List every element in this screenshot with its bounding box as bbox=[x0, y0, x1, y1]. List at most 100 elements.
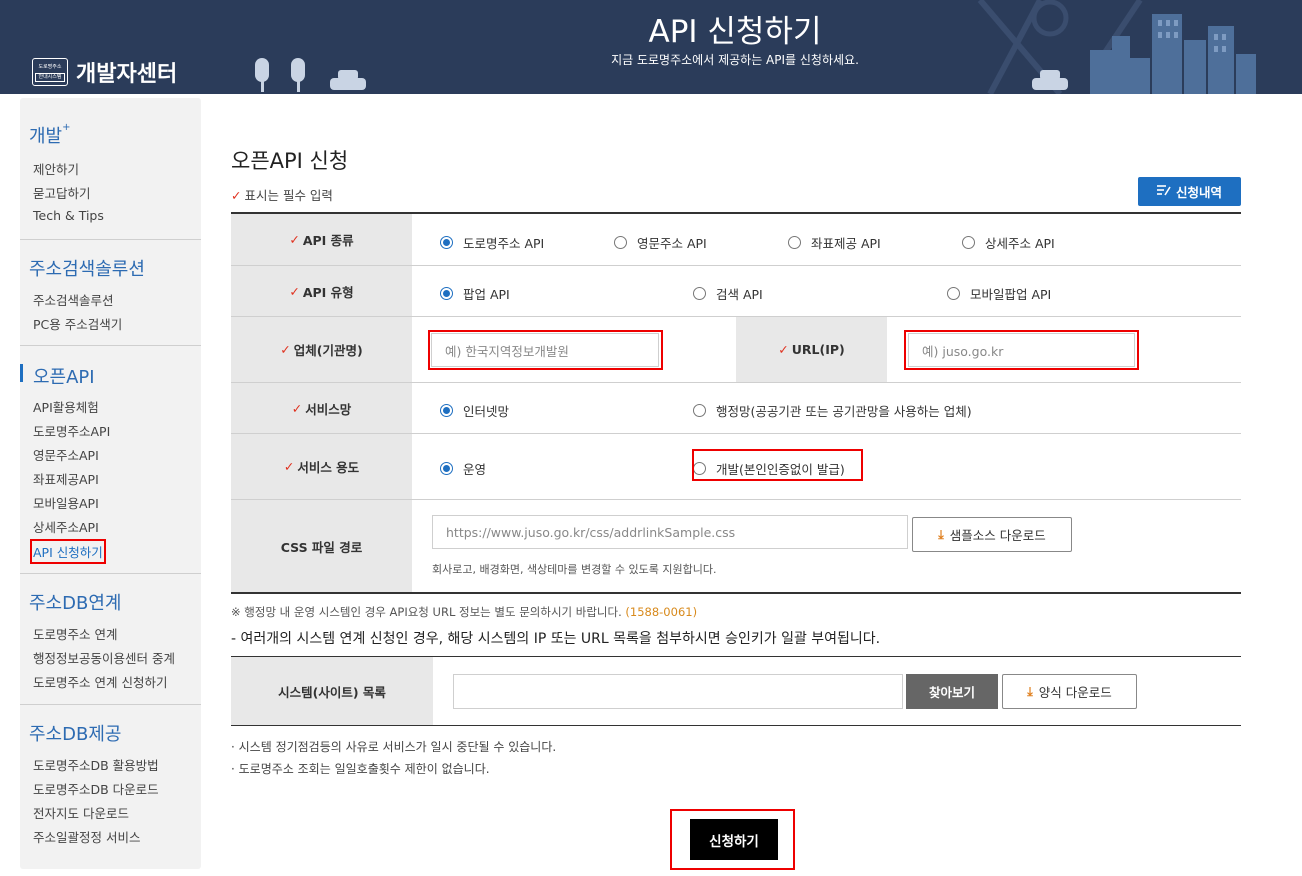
notice-text: ※ 행정망 내 운영 시스템인 경우 API요청 URL 정보는 별도 문의하시… bbox=[231, 605, 622, 619]
required-note: ✓ 표시는 필수 입력 bbox=[231, 185, 333, 204]
sidebar-title-db-provide[interactable]: 주소DB제공 bbox=[29, 720, 121, 746]
radio-popup-api[interactable]: 팝업 API bbox=[440, 284, 510, 303]
row-label: ✓ API 유형 bbox=[231, 266, 412, 316]
notice-bullet: · 시스템 정기점검등의 사유로 서비스가 일시 중단될 수 있습니다. bbox=[231, 740, 557, 754]
row-label: ✓ 서비스망 bbox=[231, 383, 412, 433]
logo-badge-line2: 안내시스템 bbox=[35, 72, 65, 82]
radio-mobile-popup-api[interactable]: 모바일팝업 API bbox=[947, 284, 1051, 303]
sidebar-item-english-api[interactable]: 영문주소API bbox=[33, 445, 99, 464]
radio-unchecked-icon bbox=[962, 236, 975, 249]
radio-unchecked-icon bbox=[947, 287, 960, 300]
row-system-list: 시스템(사이트) 목록 찾아보기 ⤓ 양식 다운로드 bbox=[231, 657, 1241, 726]
sidebar-item-road-api[interactable]: 도로명주소API bbox=[33, 421, 110, 440]
sample-source-download-button[interactable]: ⤓ 샘플소스 다운로드 bbox=[912, 517, 1072, 552]
phone-number: (1588-0061) bbox=[625, 605, 698, 619]
row-api-type: ✓ API 유형 팝업 API 검색 API 모바일팝업 API bbox=[231, 266, 1241, 317]
radio-unchecked-icon bbox=[614, 236, 627, 249]
site-header: 도로명주소 안내시스템 개발자센터 API 신청하기 지금 도로명주소에서 제공… bbox=[0, 0, 1302, 94]
sidebar-item-bulk-correct[interactable]: 주소일괄정정 서비스 bbox=[33, 827, 140, 846]
radio-admin-network[interactable]: 행정망(공공기관 또는 공기관망을 사용하는 업체) bbox=[693, 401, 972, 420]
radio-label: 행정망(공공기관 또는 공기관망을 사용하는 업체) bbox=[716, 404, 972, 419]
radio-label: 운영 bbox=[463, 462, 487, 477]
sidebar-divider bbox=[20, 704, 201, 705]
sidebar-item-detail-api[interactable]: 상세주소API bbox=[33, 517, 99, 536]
row-label-text: API 유형 bbox=[302, 284, 354, 300]
template-download-button[interactable]: ⤓ 양식 다운로드 bbox=[1002, 674, 1137, 709]
sidebar-item-map-download[interactable]: 전자지도 다운로드 bbox=[33, 803, 129, 822]
sidebar-item-gov-relay[interactable]: 행정정보공동이용센터 중계 bbox=[33, 648, 175, 667]
sidebar-item-db-usage[interactable]: 도로명주소DB 활용방법 bbox=[33, 755, 159, 774]
sidebar-item-api-apply[interactable]: API 신청하기 bbox=[30, 539, 106, 564]
radio-english-api[interactable]: 영문주소 API bbox=[614, 233, 707, 252]
sidebar-item-api-trial[interactable]: API활용체험 bbox=[33, 397, 99, 416]
sidebar-item-tech-tips[interactable]: Tech & Tips bbox=[33, 208, 104, 223]
check-icon: ✓ bbox=[231, 188, 242, 203]
radio-internet[interactable]: 인터넷망 bbox=[440, 401, 509, 420]
css-help-text: 회사로고, 배경화면, 색상테마를 변경할 수 있도록 지원합니다. bbox=[432, 563, 717, 576]
sidebar-divider bbox=[20, 239, 201, 240]
sidebar-item-link-apply[interactable]: 도로명주소 연계 신청하기 bbox=[33, 672, 167, 691]
highlight-box bbox=[904, 330, 1139, 370]
sidebar: 개발+ 제안하기 묻고답하기 Tech & Tips 주소검색솔루션 주소검색솔… bbox=[20, 98, 201, 869]
submit-button[interactable]: 신청하기 bbox=[690, 819, 778, 860]
radio-checked-icon bbox=[440, 404, 453, 417]
sidebar-item-road-link[interactable]: 도로명주소 연계 bbox=[33, 624, 117, 643]
css-path-input[interactable]: https://www.juso.go.kr/css/addrlinkSampl… bbox=[432, 515, 908, 549]
radio-label: 영문주소 API bbox=[637, 236, 707, 251]
radio-checked-icon bbox=[440, 236, 453, 249]
sidebar-item-db-download[interactable]: 도로명주소DB 다운로드 bbox=[33, 779, 159, 798]
row-label: 시스템(사이트) 목록 bbox=[231, 657, 433, 725]
page-title: 오픈API 신청 bbox=[231, 149, 349, 173]
radio-search-api[interactable]: 검색 API bbox=[693, 284, 763, 303]
check-icon: ✓ bbox=[283, 459, 295, 474]
sidebar-item-propose[interactable]: 제안하기 bbox=[33, 159, 79, 178]
browse-button[interactable]: 찾아보기 bbox=[906, 674, 998, 709]
page-header-subtitle: 지금 도로명주소에서 제공하는 API를 신청하세요. bbox=[611, 53, 859, 67]
radio-label: 좌표제공 API bbox=[811, 236, 881, 251]
sidebar-item-pc-searcher[interactable]: PC용 주소검색기 bbox=[33, 314, 122, 333]
row-label-text: 업체(기관명) bbox=[293, 343, 363, 358]
sidebar-item-qna[interactable]: 묻고답하기 bbox=[33, 183, 91, 202]
sidebar-divider bbox=[20, 345, 201, 346]
sidebar-title-search-solution[interactable]: 주소검색솔루션 bbox=[29, 255, 145, 281]
radio-unchecked-icon bbox=[693, 287, 706, 300]
radio-checked-icon bbox=[440, 462, 453, 475]
admin-network-notice: ※ 행정망 내 운영 시스템인 경우 API요청 URL 정보는 별도 문의하시… bbox=[231, 604, 697, 620]
radio-unchecked-icon bbox=[693, 404, 706, 417]
sidebar-title-dev[interactable]: 개발+ bbox=[29, 122, 71, 148]
check-icon: ✓ bbox=[280, 342, 291, 357]
radio-label: 상세주소 API bbox=[985, 236, 1055, 251]
row-label: CSS 파일 경로 bbox=[231, 500, 412, 592]
sidebar-title-db-link[interactable]: 주소DB연계 bbox=[29, 589, 121, 615]
row-company-url: ✓ 업체(기관명) 예) 한국지역정보개발원 ✓ URL(IP) 예) juso.g… bbox=[231, 317, 1241, 383]
check-icon: ✓ bbox=[291, 400, 303, 416]
highlight-box bbox=[692, 449, 863, 481]
highlight-box bbox=[428, 330, 663, 370]
sidebar-title-open-api[interactable]: 오픈API bbox=[33, 363, 95, 389]
history-button[interactable]: 신청내역 bbox=[1138, 177, 1241, 206]
radio-road-api[interactable]: 도로명주소 API bbox=[440, 233, 544, 252]
check-icon: ✓ bbox=[289, 283, 300, 299]
radio-detail-api[interactable]: 상세주소 API bbox=[962, 233, 1055, 252]
button-label: 샘플소스 다운로드 bbox=[949, 528, 1046, 543]
radio-label: 모바일팝업 API bbox=[970, 287, 1052, 302]
download-icon: ⤓ bbox=[938, 526, 944, 542]
page-header-title: API 신청하기 bbox=[648, 14, 822, 50]
row-usage: ✓ 서비스 용도 운영 개발(본인인증없이 발급) bbox=[231, 434, 1241, 500]
radio-coord-api[interactable]: 좌표제공 API bbox=[788, 233, 881, 252]
url-label: ✓ URL(IP) bbox=[736, 317, 887, 382]
system-list-file-input[interactable] bbox=[453, 674, 903, 709]
sidebar-item-coord-api[interactable]: 좌표제공API bbox=[33, 469, 99, 488]
history-button-label: 신청내역 bbox=[1175, 185, 1222, 200]
radio-unchecked-icon bbox=[788, 236, 801, 249]
sidebar-item-search-solution[interactable]: 주소검색솔루션 bbox=[33, 290, 114, 309]
sidebar-item-mobile-api[interactable]: 모바일용API bbox=[33, 493, 99, 512]
button-label: 양식 다운로드 bbox=[1038, 685, 1112, 700]
list-edit-icon bbox=[1156, 184, 1171, 200]
row-css-path: CSS 파일 경로 https://www.juso.go.kr/css/add… bbox=[231, 500, 1241, 594]
sidebar-active-marker bbox=[20, 364, 23, 382]
radio-production[interactable]: 운영 bbox=[440, 459, 486, 478]
row-network: ✓ 서비스망 인터넷망 행정망(공공기관 또는 공기관망을 사용하는 업체) bbox=[231, 383, 1241, 434]
row-label-text: 서비스 용도 bbox=[297, 460, 360, 475]
radio-label: 검색 API bbox=[716, 287, 763, 302]
